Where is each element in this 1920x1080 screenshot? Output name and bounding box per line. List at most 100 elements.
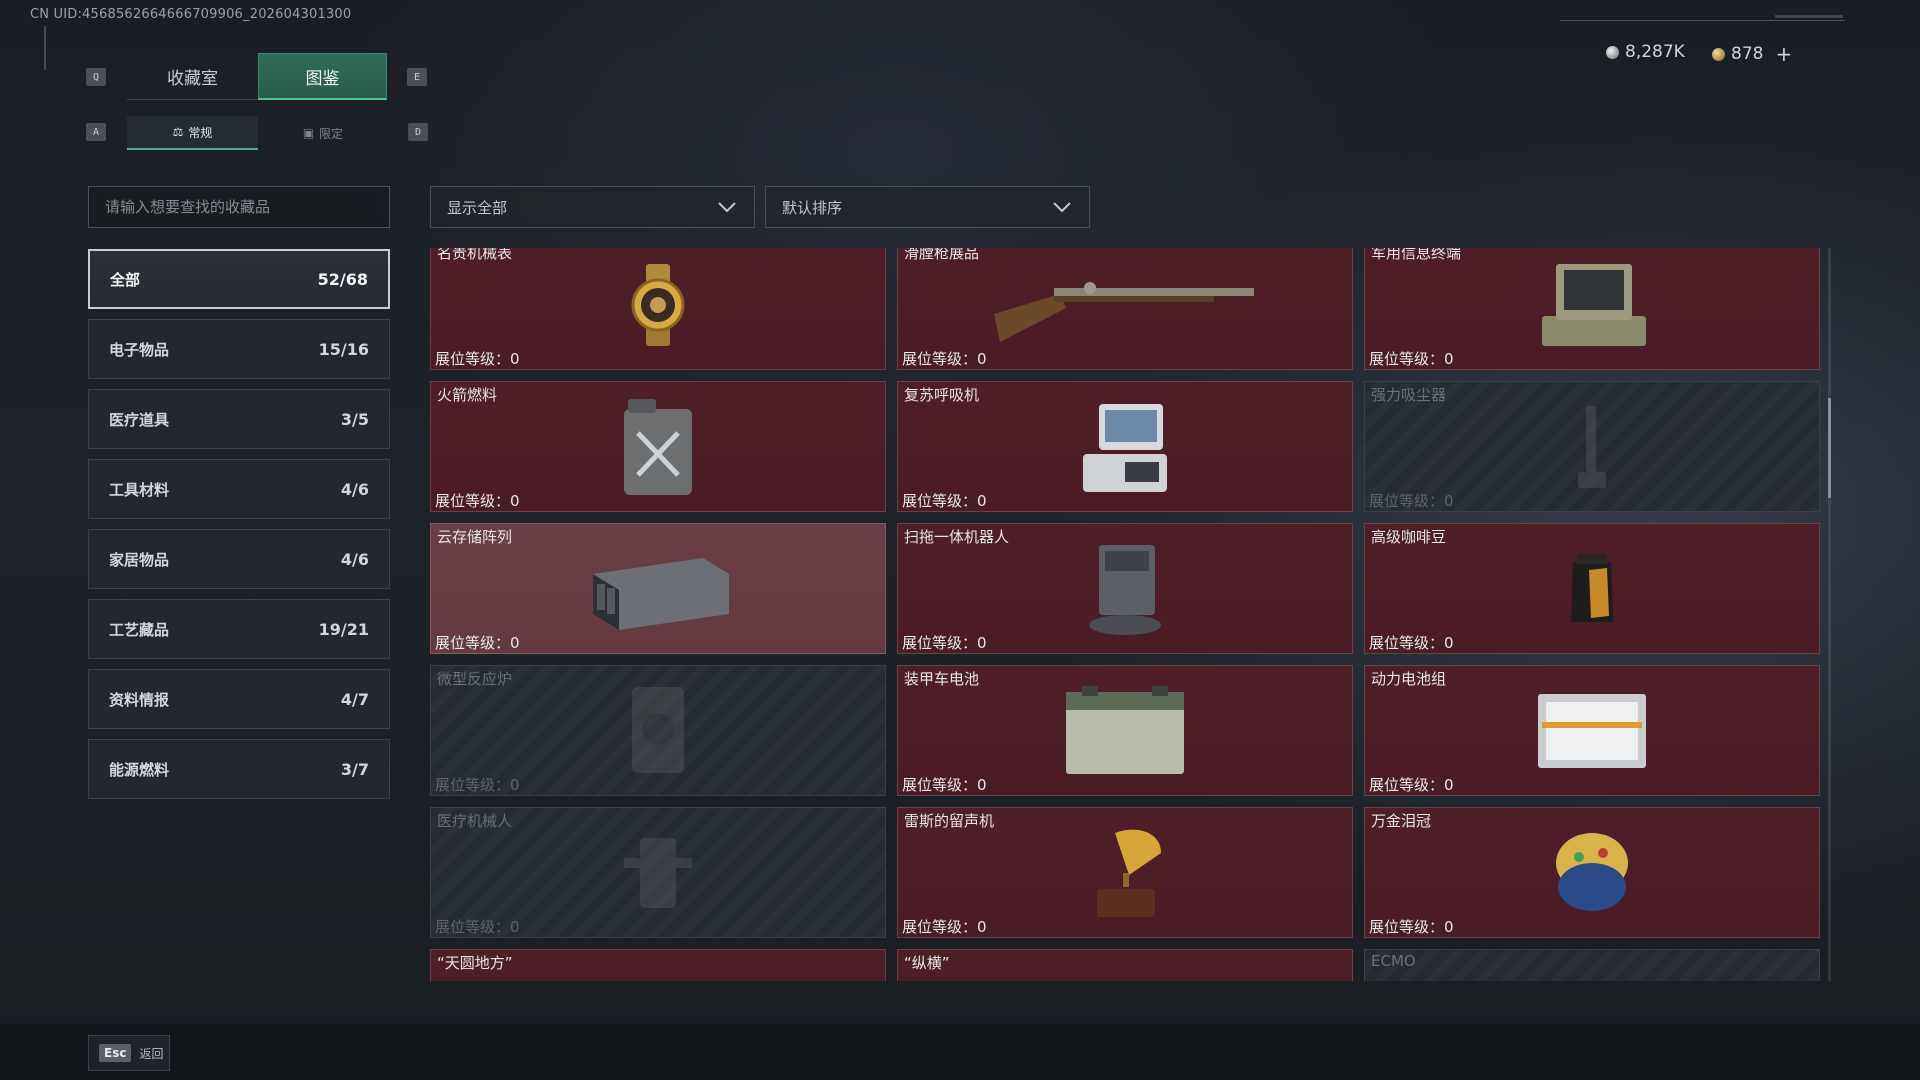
fuel-canister-icon xyxy=(624,398,692,495)
chevron-down-icon xyxy=(718,202,736,213)
display-level: 展位等级：0 xyxy=(902,774,987,795)
jeweled-egg-icon xyxy=(1556,832,1628,911)
storage-array-icon xyxy=(593,557,729,630)
item-name: 复苏呼吸机 xyxy=(904,386,980,404)
collection-card[interactable]: 微型反应炉 展位等级：0 xyxy=(430,665,886,796)
armillary-icon xyxy=(623,980,693,982)
level-label: 展位等级： xyxy=(1369,776,1445,794)
level-label: 展位等级： xyxy=(902,492,978,510)
esc-key-hint: Esc xyxy=(99,1044,132,1062)
level-value: 0 xyxy=(1444,634,1454,652)
category-tools[interactable]: 工具材料 4/6 xyxy=(88,459,390,519)
item-name: 装甲车电池 xyxy=(904,670,980,688)
level-label: 展位等级： xyxy=(902,776,978,794)
vacuum-icon xyxy=(1578,405,1606,488)
bottom-bar xyxy=(0,1024,1920,1080)
collection-card[interactable]: 雷斯的留声机 展位等级：0 xyxy=(897,807,1353,938)
key-hint-q: Q xyxy=(86,68,106,86)
collection-card[interactable]: 医疗机械人 展位等级：0 xyxy=(430,807,886,938)
back-label: 返回 xyxy=(139,1046,164,1061)
tab-collection-room[interactable]: 收藏室 xyxy=(127,53,258,100)
level-label: 展位等级： xyxy=(1369,918,1445,936)
tab-codex[interactable]: 图鉴 xyxy=(258,53,387,100)
collection-card[interactable]: 云存储阵列 展位等级：0 xyxy=(430,523,886,654)
level-value: 0 xyxy=(1444,492,1454,510)
collection-grid[interactable]: 名贵机械表 展位等级：0 滑膛枪展品 展位等级：0 军用信息终端 展位等级：0 … xyxy=(430,248,1820,981)
add-currency-button[interactable]: + xyxy=(1775,42,1792,66)
item-name: 医疗机械人 xyxy=(437,812,513,830)
grid-scrollbar[interactable] xyxy=(1828,248,1831,981)
category-label: 电子物品 xyxy=(109,340,170,359)
collection-card[interactable]: 万金泪冠 展位等级：0 xyxy=(1364,807,1820,938)
subtab-regular[interactable]: ⚖ 常规 xyxy=(127,116,258,150)
grid-scrollbar-thumb[interactable] xyxy=(1828,398,1831,498)
collection-card[interactable]: 军用信息终端 展位等级：0 xyxy=(1364,248,1820,370)
category-electronics[interactable]: 电子物品 15/16 xyxy=(88,319,390,379)
collection-card[interactable]: 火箭燃料 展位等级：0 xyxy=(430,381,886,512)
item-name: 雷斯的留声机 xyxy=(904,812,995,830)
collection-card[interactable]: 扫拖一体机器人 展位等级：0 xyxy=(897,523,1353,654)
subtab-regular-label: 常规 xyxy=(188,125,213,140)
search-box[interactable] xyxy=(88,186,390,228)
level-label: 展位等级： xyxy=(1369,634,1445,652)
level-value: 0 xyxy=(510,776,520,794)
item-name: 微型反应炉 xyxy=(437,670,513,688)
category-count: 4/6 xyxy=(340,549,369,569)
collection-card[interactable]: ECMO 展位等级：0 xyxy=(1364,949,1820,981)
display-level: 展位等级：0 xyxy=(435,916,520,937)
category-household[interactable]: 家居物品 4/6 xyxy=(88,529,390,589)
filter-dropdown[interactable]: 显示全部 xyxy=(430,186,755,228)
level-label: 展位等级： xyxy=(1369,492,1445,510)
sort-dropdown[interactable]: 默认排序 xyxy=(765,186,1090,228)
flask-icon: ⚖ xyxy=(172,125,184,139)
category-label: 资料情报 xyxy=(109,690,170,709)
item-name: ECMO xyxy=(1371,952,1416,970)
category-count: 52/68 xyxy=(317,269,368,289)
search-input[interactable] xyxy=(105,198,389,216)
category-label: 工艺藏品 xyxy=(109,620,170,639)
level-value: 0 xyxy=(1444,350,1454,368)
display-level: 展位等级：0 xyxy=(1369,632,1454,653)
category-intel[interactable]: 资料情报 4/7 xyxy=(88,669,390,729)
silver-amount: 8,287K xyxy=(1625,42,1685,62)
silver-coin-icon xyxy=(1606,45,1619,59)
collection-card[interactable]: 滑膛枪展品 展位等级：0 xyxy=(897,248,1353,370)
image-icon: ▣ xyxy=(302,126,315,140)
collection-card[interactable]: “纵横” 展位等级：0 xyxy=(897,949,1353,981)
level-value: 0 xyxy=(1444,776,1454,794)
level-value: 0 xyxy=(977,776,987,794)
back-button[interactable]: Esc 返回 xyxy=(88,1035,170,1071)
collection-card[interactable]: 复苏呼吸机 展位等级：0 xyxy=(897,381,1353,512)
display-level: 展位等级：0 xyxy=(902,916,987,937)
level-label: 展位等级： xyxy=(435,634,511,652)
collection-card[interactable]: 高级咖啡豆 展位等级：0 xyxy=(1364,523,1820,654)
subtab-limited[interactable]: ▣ 限定 xyxy=(258,116,388,150)
category-crafts[interactable]: 工艺藏品 19/21 xyxy=(88,599,390,659)
collection-card[interactable]: 名贵机械表 展位等级：0 xyxy=(430,248,886,370)
category-label: 医疗道具 xyxy=(109,410,170,429)
battery-icon xyxy=(1066,685,1184,774)
collection-card[interactable]: “天圆地方” 展位等级：0 xyxy=(430,949,886,981)
display-level: 展位等级：0 xyxy=(1369,916,1454,937)
category-energy[interactable]: 能源燃料 3/7 xyxy=(88,739,390,799)
key-hint-e: E xyxy=(407,68,427,86)
level-value: 0 xyxy=(510,350,520,368)
category-count: 3/7 xyxy=(340,759,369,779)
field-terminal-icon xyxy=(1542,263,1646,346)
gold-amount: 878 xyxy=(1731,44,1764,64)
item-name: 火箭燃料 xyxy=(437,386,498,404)
ventilator-icon xyxy=(1083,403,1167,492)
item-name: 万金泪冠 xyxy=(1371,812,1432,830)
collection-card[interactable]: 装甲车电池 展位等级：0 xyxy=(897,665,1353,796)
collection-card[interactable]: 动力电池组 展位等级：0 xyxy=(1364,665,1820,796)
level-value: 0 xyxy=(1444,918,1454,936)
item-name: “天圆地方” xyxy=(437,954,513,972)
musket-icon xyxy=(994,281,1254,342)
level-label: 展位等级： xyxy=(435,776,511,794)
ecmo-icon xyxy=(1557,980,1627,982)
gold-currency: 878 + xyxy=(1712,42,1792,66)
level-value: 0 xyxy=(510,634,520,652)
category-medical[interactable]: 医疗道具 3/5 xyxy=(88,389,390,449)
category-all[interactable]: 全部 52/68 xyxy=(88,249,390,309)
collection-card[interactable]: 强力吸尘器 展位等级：0 xyxy=(1364,381,1820,512)
